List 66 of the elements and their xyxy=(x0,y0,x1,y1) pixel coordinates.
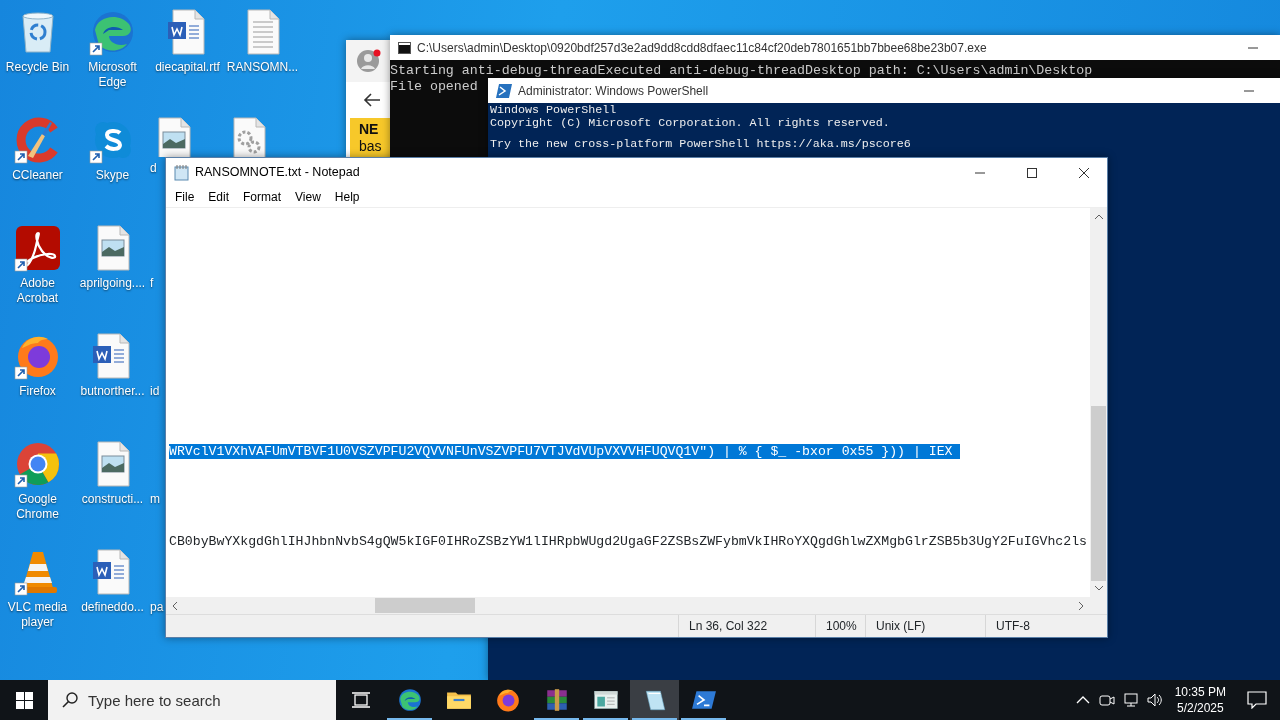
console-line: File opened xyxy=(390,79,478,95)
search-icon xyxy=(62,692,78,708)
desktop-shortcut[interactable]: RANSOMN... xyxy=(225,4,300,75)
profile-avatar-icon[interactable] xyxy=(356,48,382,74)
camera-icon[interactable] xyxy=(1098,692,1115,708)
desktop-shortcut[interactable]: Skype xyxy=(75,112,150,183)
desktop-shortcut[interactable]: constructi... xyxy=(75,436,150,507)
scroll-left-icon[interactable] xyxy=(172,601,177,610)
windows-logo-icon xyxy=(15,691,33,709)
window-title: RANSOMNOTE.txt - Notepad xyxy=(195,164,361,182)
status-text: UTF-8 xyxy=(996,618,1030,635)
status-text: 100% xyxy=(826,618,857,635)
back-arrow-icon[interactable] xyxy=(363,92,381,108)
text-line: CB0byBwYXkgdGhlIHJhbnNvbS4gQW5kIGF0IHRoZSBzYW1lIHRpbWUgd2UgaGF2ZSBsZWFybmVkIHRoYXQgdGhlwZXMgbGlrZSB5b3UgY2FuIGVhc2ls xyxy=(169,534,1087,549)
status-text: Unix (LF) xyxy=(876,618,926,635)
desktop-icon-label[interactable]: pa xyxy=(150,600,166,615)
edge-icon xyxy=(396,687,423,713)
menu-item[interactable]: View xyxy=(288,188,328,206)
task-view-icon xyxy=(351,692,370,708)
menu-item[interactable]: Format xyxy=(236,188,289,206)
desktop-shortcut[interactable]: Firefox xyxy=(0,328,75,399)
desktop-shortcut[interactable]: Adobe Acrobat xyxy=(0,220,75,306)
speech-bubble-icon xyxy=(1247,691,1267,709)
scroll-up-icon[interactable] xyxy=(1094,213,1103,219)
firefox-icon xyxy=(494,687,521,713)
acrobat-icon xyxy=(13,224,62,272)
clock[interactable]: 10:35 PM 5/2/2025 xyxy=(1166,684,1234,716)
desktop-shortcut[interactable]: Recycle Bin xyxy=(0,4,75,75)
desktop-icon-label[interactable]: id xyxy=(150,384,162,399)
network-icon[interactable] xyxy=(1122,692,1139,708)
desktop-shortcut[interactable]: Microsoft Edge xyxy=(75,4,150,90)
close-icon xyxy=(1079,167,1089,178)
desktop-icon-label[interactable]: d xyxy=(150,161,159,176)
volume-icon[interactable] xyxy=(1146,692,1163,708)
console-line: Copyright (C) Microsoft Corporation. All rights reserved. xyxy=(490,117,890,130)
menu-item[interactable]: Help xyxy=(327,188,367,206)
powershell-icon xyxy=(496,83,512,98)
scrollbar-thumb[interactable] xyxy=(375,598,475,613)
chrome-icon xyxy=(13,440,62,488)
vertical-scrollbar[interactable] xyxy=(1090,208,1107,597)
desktop-shortcut[interactable]: diecapital.rtf xyxy=(150,4,225,75)
desktop-shortcut[interactable]: aprilgoing.... xyxy=(75,220,150,291)
taskbar-button[interactable] xyxy=(630,680,679,720)
desktop-shortcut[interactable]: VLC media player xyxy=(0,544,75,630)
window-title: Administrator: Windows PowerShell xyxy=(518,82,710,100)
status-text: Ln 36, Col 322 xyxy=(689,618,768,635)
console-icon xyxy=(398,41,411,54)
scroll-down-icon[interactable] xyxy=(1094,586,1103,592)
scroll-right-icon[interactable] xyxy=(1079,601,1084,610)
maximize-icon xyxy=(1027,167,1037,178)
desktop-shortcut[interactable]: Google Chrome xyxy=(0,436,75,522)
notepad-icon xyxy=(174,164,189,181)
scrollbar-thumb[interactable] xyxy=(1091,405,1106,581)
menu-item[interactable]: File xyxy=(168,188,202,206)
desktop-shortcut[interactable]: CCleaner xyxy=(0,112,75,183)
console-line: Windows PowerShell xyxy=(490,104,617,117)
desktop-shortcut[interactable]: defineddo... xyxy=(75,544,150,615)
desktop-icon-label[interactable]: m xyxy=(150,492,162,507)
window-title: C:\Users\admin\Desktop\0920bdf257d3e2ad9dd8cdd8dfaec11c84cf20deb7801651bb7bbee68be23b07.exe xyxy=(417,39,988,57)
menu-item[interactable]: Edit xyxy=(201,188,237,206)
banner-title: NE xyxy=(359,121,380,138)
desktop-icon-label[interactable]: f xyxy=(150,276,156,291)
console-line: Starting anti-debug-threadExecuted anti-debug-threadDesktop path: C:\Users\admin\Desktop xyxy=(390,63,1093,79)
desktop-shortcut[interactable]: butnorther... xyxy=(75,328,150,399)
console-line: Try the new cross-platform PowerShell https://aka.ms/pscore6 xyxy=(490,138,911,151)
banner-text: bas xyxy=(359,138,383,155)
